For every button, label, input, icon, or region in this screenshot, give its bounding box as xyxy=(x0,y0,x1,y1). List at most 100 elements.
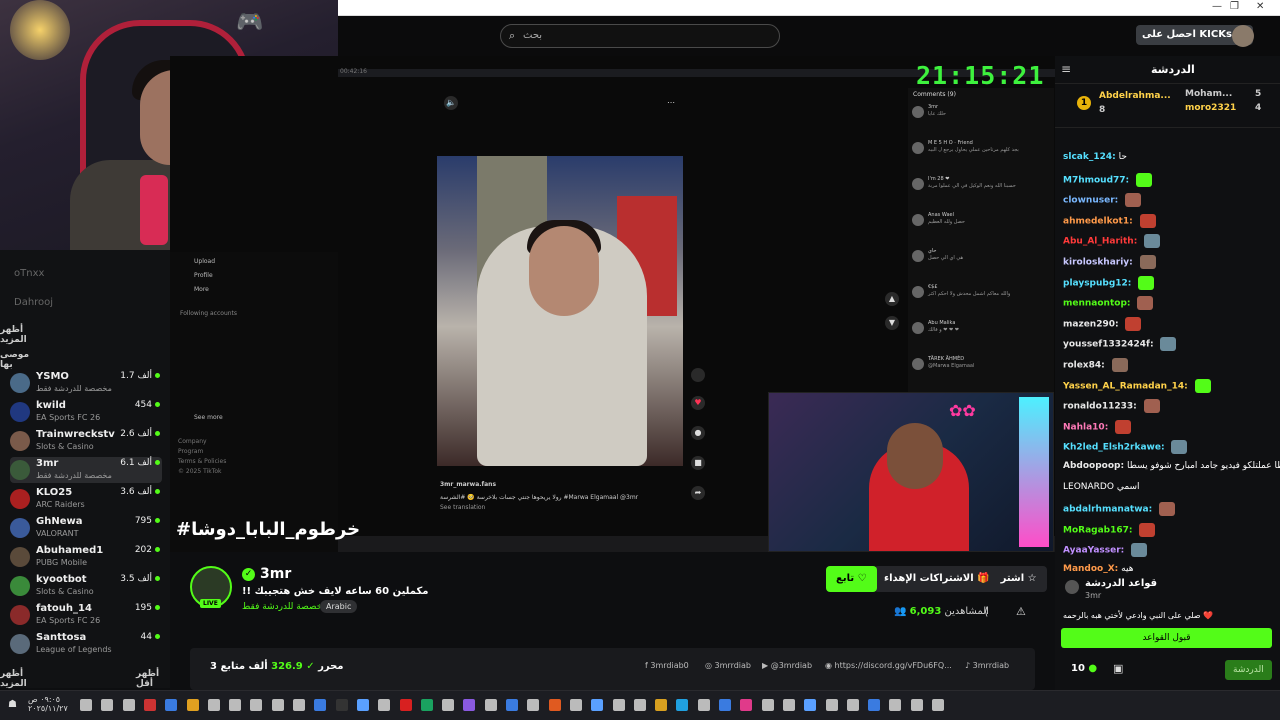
taskbar-app-icon[interactable] xyxy=(506,699,518,711)
chat-username[interactable]: ronaldo11233: xyxy=(1063,402,1137,412)
taskbar-app-icon[interactable] xyxy=(356,699,369,711)
taskbar-app-icon[interactable] xyxy=(676,699,689,711)
chat-username[interactable]: youssef1332424f: xyxy=(1063,340,1154,350)
taskbar-app-icon[interactable] xyxy=(868,699,881,711)
user-avatar[interactable] xyxy=(1232,25,1254,47)
sidebar-channel[interactable]: Abuhamed1 PUBG Mobile 202 xyxy=(10,544,162,570)
taskbar-app-icon[interactable] xyxy=(484,699,497,711)
accept-rules-button[interactable]: قبول القواعد xyxy=(1061,628,1272,648)
taskbar-app-icon[interactable] xyxy=(250,699,263,711)
taskbar-app-icon[interactable] xyxy=(719,699,731,711)
offline-channel[interactable]: oTnxx xyxy=(14,268,44,279)
taskbar-app-icon[interactable] xyxy=(207,699,220,711)
taskbar-app-icon[interactable] xyxy=(825,699,838,711)
taskbar-app-icon[interactable] xyxy=(761,699,774,711)
taskbar-app-icon[interactable] xyxy=(782,699,795,711)
taskbar-app-icon[interactable] xyxy=(378,699,391,711)
discord-link[interactable]: ◉ https://discord.gg/vFDu6FQ... xyxy=(825,661,952,670)
show-more-link[interactable]: أظهر المزيد xyxy=(0,325,44,345)
top-gifter[interactable]: Abdelrahma... xyxy=(1099,91,1171,101)
chat-username[interactable]: M7hmoud77: xyxy=(1063,175,1129,185)
taskbar-app-icon[interactable] xyxy=(229,699,242,711)
chat-username[interactable]: mennaontop: xyxy=(1063,299,1131,309)
taskbar-app-icon[interactable] xyxy=(335,699,348,711)
facebook-link[interactable]: f 3mrdiab0 xyxy=(645,661,689,670)
streamer-name[interactable]: 3mr xyxy=(260,566,291,582)
taskbar-app-icon[interactable] xyxy=(399,699,412,711)
taskbar-app-icon[interactable] xyxy=(293,699,305,711)
sidebar-channel[interactable]: fatouh_14 EA Sports FC 26 195 xyxy=(10,602,162,628)
taskbar-app-icon[interactable] xyxy=(697,699,710,711)
taskbar-app-icon[interactable] xyxy=(165,699,178,711)
follow-button[interactable]: تابع ♡ xyxy=(826,566,877,592)
sidebar-channel[interactable]: kyootbot Slots & Casino 3.5 ألف xyxy=(10,573,162,599)
offline-channel[interactable]: Dahrooj xyxy=(14,297,53,308)
taskbar-app-icon[interactable] xyxy=(548,699,561,711)
taskbar-app-icon[interactable] xyxy=(420,699,433,711)
taskbar-app-icon[interactable] xyxy=(314,699,327,711)
chat-username[interactable]: playspubg12: xyxy=(1063,278,1131,288)
taskbar-app-icon[interactable] xyxy=(591,699,604,711)
gift-icon[interactable]: ▣ xyxy=(1113,662,1123,675)
collapse-chat-icon[interactable]: ≡ xyxy=(1061,62,1071,76)
taskbar-app-icon[interactable] xyxy=(910,699,923,711)
search-input[interactable]: ⌕ بحث xyxy=(500,24,780,48)
taskbar-app-icon[interactable] xyxy=(463,699,476,711)
chat-username[interactable]: Nahla10: xyxy=(1063,422,1108,432)
chat-username[interactable]: clownuser: xyxy=(1063,196,1118,206)
chat-username[interactable]: kiroloskhariy: xyxy=(1063,258,1133,268)
language-tag[interactable]: Arabic xyxy=(320,600,358,613)
sidebar-channel[interactable]: YSMO مخصصة للدردشة فقط 1.7 ألف xyxy=(10,370,162,396)
chat-username[interactable]: Mandoo_X: xyxy=(1063,564,1118,574)
taskbar-app-icon[interactable] xyxy=(633,699,646,711)
show-more-bottom-link[interactable]: أظهر المزيد xyxy=(0,669,44,689)
taskbar-app-icon[interactable] xyxy=(932,699,944,711)
chat-username[interactable]: slcak_124: xyxy=(1063,152,1116,162)
taskbar-app-icon[interactable] xyxy=(569,699,582,711)
chat-username[interactable]: AyaaYasser: xyxy=(1063,546,1124,556)
sidebar-channel[interactable]: GhNewa VALORANT 795 xyxy=(10,515,162,541)
close-icon[interactable]: ✕ xyxy=(1256,1,1264,12)
chat-username[interactable]: Kh2led_Elsh2rkawe: xyxy=(1063,443,1165,453)
chat-send-button[interactable]: الدردشة xyxy=(1225,660,1272,680)
taskbar-app-icon[interactable] xyxy=(889,699,902,711)
gifter-2[interactable]: Moham... xyxy=(1185,89,1232,99)
sidebar-channel[interactable]: 3mr مخصصة للدردشة فقط 6.1 ألف xyxy=(10,457,162,483)
taskbar-app-icon[interactable] xyxy=(80,699,92,711)
taskbar-app-icon[interactable] xyxy=(186,699,199,711)
stream-category[interactable]: مخصصة للدردشة فقط xyxy=(242,602,327,612)
chat-username[interactable]: abdalrhmanatwa: xyxy=(1063,505,1152,515)
chat-username[interactable]: Yassen_AL_Ramadan_14: xyxy=(1063,381,1188,391)
chat-username[interactable]: MoRagab167: xyxy=(1063,525,1133,535)
chat-username[interactable]: rolex84: xyxy=(1063,361,1105,371)
sidebar-channel[interactable]: Trainwreckstv Slots & Casino 2.6 ألف xyxy=(10,428,162,454)
youtube-link[interactable]: ▶ @3mrdiab xyxy=(762,661,812,670)
show-less-link[interactable]: أظهر أقل xyxy=(136,669,170,689)
chat-username[interactable]: mazen290: xyxy=(1063,319,1119,329)
chat-username[interactable]: Abu_Al_Harith: xyxy=(1063,237,1137,247)
sidebar-channel[interactable]: kwild EA Sports FC 26 454 xyxy=(10,399,162,425)
restore-icon[interactable]: ❐ xyxy=(1230,1,1239,12)
taskbar-app-icon[interactable] xyxy=(655,699,668,711)
tiktok-link[interactable]: ♪ 3mrrdiab xyxy=(965,661,1009,670)
share-icon[interactable]: ⟨ xyxy=(984,605,988,618)
taskbar-app-icon[interactable] xyxy=(143,699,156,711)
taskbar-app-icon[interactable] xyxy=(846,699,859,711)
chat-username[interactable]: Abdoopoop: xyxy=(1063,461,1124,471)
taskbar-app-icon[interactable] xyxy=(527,699,540,711)
chat-username[interactable]: ahmedelkot1: xyxy=(1063,216,1133,226)
taskbar-app-icon[interactable] xyxy=(740,699,753,711)
report-icon[interactable]: ⚠ xyxy=(1016,605,1026,618)
instagram-link[interactable]: ◎ 3mrrdiab xyxy=(705,661,751,670)
taskbar-app-icon[interactable] xyxy=(101,699,114,711)
sidebar-channel[interactable]: Santtosa League of Legends 44 xyxy=(10,631,162,657)
taskbar-app-icon[interactable] xyxy=(122,699,135,711)
taskbar-app-icon[interactable] xyxy=(612,699,625,711)
points-count[interactable]: 10 ● xyxy=(1071,663,1097,674)
sidebar-channel[interactable]: KLO25 ARC Raiders 3.6 ألف xyxy=(10,486,162,512)
gifter-3[interactable]: moro2321 xyxy=(1185,103,1236,113)
taskbar-app-icon[interactable] xyxy=(804,699,817,711)
taskbar-app-icon[interactable] xyxy=(271,699,284,711)
taskbar-app-icon[interactable] xyxy=(442,699,455,711)
gift-subs-button[interactable]: الاشتراكات الإهداء 🎁 xyxy=(874,566,1000,592)
